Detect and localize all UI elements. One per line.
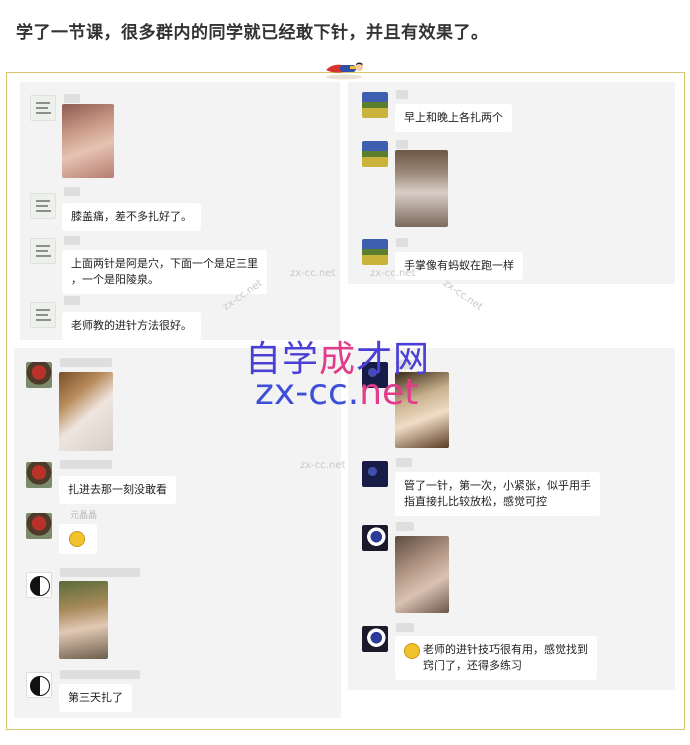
avatar[interactable] bbox=[362, 239, 388, 265]
watermark-text: net bbox=[359, 372, 419, 413]
faint-watermark: zx-cc.net bbox=[290, 268, 336, 279]
message-line: 窍门了，还得多练习 bbox=[423, 659, 522, 672]
faint-watermark: zx-cc.net bbox=[370, 268, 416, 279]
message-line: 指直接扎比较放松，感觉可控 bbox=[404, 495, 547, 508]
chat-message-bubble: 膝盖痛，差不多扎好了。 bbox=[62, 203, 201, 231]
sender-name bbox=[396, 623, 414, 632]
message-photo[interactable] bbox=[59, 581, 108, 659]
page-headline: 学了一节课，很多群内的同学就已经敢下针，并且有效果了。 bbox=[16, 23, 489, 43]
sender-name bbox=[64, 187, 80, 196]
watermark-text: zx-cc. bbox=[255, 372, 360, 413]
sender-name bbox=[64, 236, 80, 245]
sender-name bbox=[396, 238, 408, 247]
grin-emoji-icon bbox=[404, 643, 420, 659]
sender-name bbox=[396, 458, 412, 467]
avatar[interactable] bbox=[362, 626, 388, 652]
sender-name bbox=[60, 568, 140, 577]
chat-message-bubble: 第三天扎了 bbox=[59, 684, 132, 712]
message-line: ，一个是阳陵泉。 bbox=[71, 273, 159, 286]
sender-name bbox=[60, 460, 112, 469]
faint-watermark: zx-cc.net bbox=[300, 460, 346, 471]
sender-name: 元晶晶 bbox=[70, 511, 98, 521]
avatar[interactable] bbox=[362, 92, 388, 118]
sender-name bbox=[396, 522, 414, 531]
avatar[interactable] bbox=[30, 95, 56, 121]
avatar[interactable] bbox=[26, 672, 52, 698]
flying-hero-icon bbox=[326, 62, 363, 80]
avatar[interactable] bbox=[362, 141, 388, 167]
avatar[interactable] bbox=[30, 238, 56, 264]
chat-message-bubble: 早上和晚上各扎两个 bbox=[395, 104, 512, 132]
site-watermark-url: zx-cc.net bbox=[255, 372, 418, 413]
chat-message-bubble: 老师教的进针方法很好。 bbox=[62, 312, 201, 340]
message-photo[interactable] bbox=[395, 150, 448, 227]
avatar[interactable] bbox=[30, 302, 56, 328]
avatar[interactable] bbox=[30, 193, 56, 219]
sender-name bbox=[60, 358, 112, 367]
avatar[interactable] bbox=[362, 461, 388, 487]
chat-message-bubble bbox=[59, 524, 97, 554]
message-photo[interactable] bbox=[59, 372, 113, 451]
message-photo[interactable] bbox=[395, 536, 449, 613]
message-line: 上面两针是阿是穴，下面一个是足三里 bbox=[71, 257, 258, 270]
sender-name bbox=[64, 94, 80, 103]
avatar[interactable] bbox=[26, 362, 52, 388]
sender-name bbox=[64, 296, 80, 305]
chat-message-bubble: 扎进去那一刻没敢看 bbox=[59, 476, 176, 504]
avatar[interactable] bbox=[26, 462, 52, 488]
avatar[interactable] bbox=[362, 525, 388, 551]
message-photo[interactable] bbox=[62, 104, 114, 178]
sender-name bbox=[396, 140, 408, 149]
sender-name bbox=[396, 90, 408, 99]
message-line: 老师的进针技巧很有用，感觉找到 bbox=[423, 643, 588, 656]
chat-message-bubble: 老师的进针技巧很有用，感觉找到 窍门了，还得多练习 bbox=[395, 636, 597, 680]
avatar[interactable] bbox=[26, 572, 52, 598]
chat-message-bubble: 管了一针，第一次，小紧张，似乎用手 指直接扎比较放松，感觉可控 bbox=[395, 472, 600, 516]
chat-message-bubble: 上面两针是阿是穴，下面一个是足三里 ，一个是阳陵泉。 bbox=[62, 250, 267, 294]
message-line: 管了一针，第一次，小紧张，似乎用手 bbox=[404, 479, 591, 492]
crying-laughing-emoji-icon bbox=[69, 531, 85, 547]
sender-name bbox=[60, 670, 140, 679]
avatar[interactable] bbox=[26, 513, 52, 539]
